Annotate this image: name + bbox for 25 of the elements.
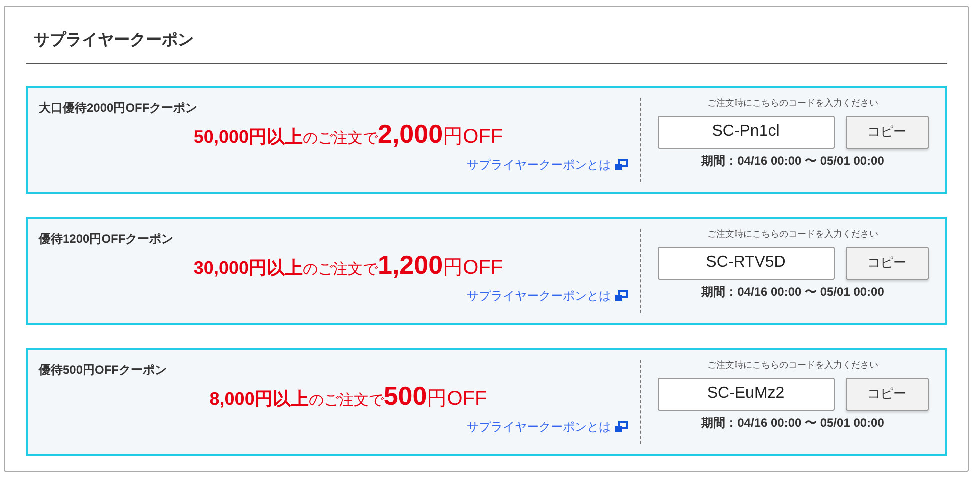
offer-text: 8,000円以上のご注文で500円OFF	[210, 381, 488, 413]
coupon-code-field[interactable]: SC-Pn1cl	[658, 116, 834, 148]
validity-period: 期間：04/16 00:00 〜 05/01 00:00	[702, 152, 884, 170]
instruction-text: ご注文時にこちらのコードを入力ください	[708, 228, 878, 241]
copy-button[interactable]: コピー	[846, 116, 928, 148]
info-link[interactable]: サプライヤークーポンとは	[467, 418, 611, 436]
info-link[interactable]: サプライヤークーポンとは	[467, 287, 611, 305]
coupon-name: 優待1200円OFFクーポン	[39, 231, 174, 248]
external-window-icon	[615, 290, 628, 302]
section-title: サプライヤークーポン	[33, 30, 194, 51]
validity-period: 期間：04/16 00:00 〜 05/01 00:00	[702, 284, 884, 300]
coupon-code-field[interactable]: SC-EuMz2	[658, 378, 834, 410]
info-link[interactable]: サプライヤークーポンとは	[467, 156, 611, 174]
coupon-code-field[interactable]: SC-RTV5D	[658, 246, 834, 280]
external-window-icon	[615, 421, 628, 433]
offer-text: 50,000円以上のご注文で2,000円OFF	[194, 119, 504, 151]
coupon-name: 優待500円OFFクーポン	[39, 362, 168, 379]
offer-text: 30,000円以上のご注文で1,200円OFF	[194, 250, 504, 282]
validity-period: 期間：04/16 00:00 〜 05/01 00:00	[702, 414, 884, 432]
copy-button[interactable]: コピー	[846, 378, 928, 410]
external-window-icon	[615, 159, 628, 171]
copy-button[interactable]: コピー	[846, 246, 928, 280]
coupon-name: 大口優待2000円OFFクーポン	[39, 100, 198, 117]
instruction-text: ご注文時にこちらのコードを入力ください	[708, 359, 878, 372]
instruction-text: ご注文時にこちらのコードを入力ください	[708, 97, 878, 110]
